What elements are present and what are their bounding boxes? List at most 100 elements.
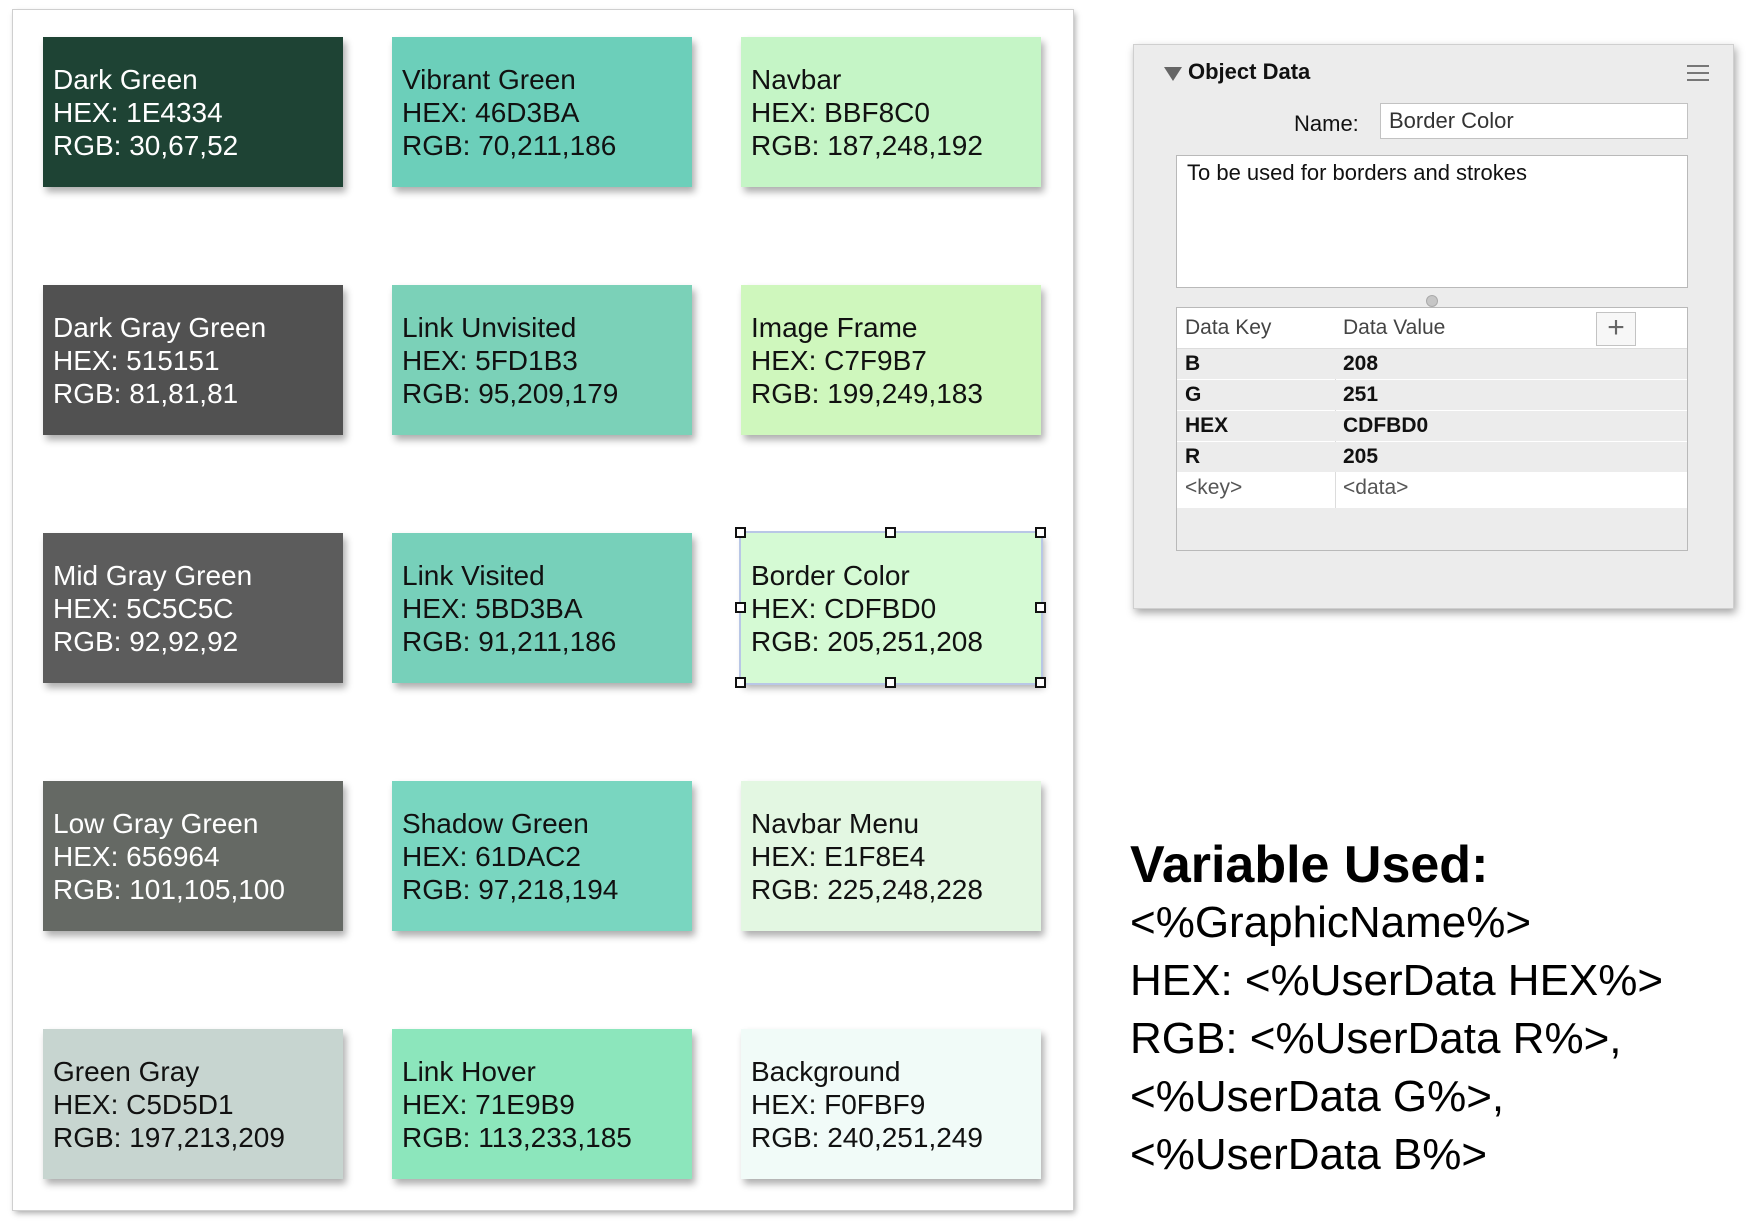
swatch-name: Shadow Green (402, 808, 589, 839)
swatch-name: Image Frame (751, 312, 918, 343)
selection-handle-middle-right[interactable] (1035, 602, 1046, 613)
swatch-image-frame[interactable]: Image Frame HEX: C7F9B7 RGB: 199,249,183 (741, 285, 1041, 435)
swatch-mid-gray-green[interactable]: Mid Gray Green HEX: 5C5C5C RGB: 92,92,92 (43, 533, 343, 683)
swatch-name: Navbar (751, 64, 842, 95)
swatch-rgb: RGB: 240,251,249 (751, 1122, 983, 1153)
swatch-low-gray-green[interactable]: Low Gray Green HEX: 656964 RGB: 101,105,… (43, 781, 343, 931)
selection-handle-top-center[interactable] (885, 527, 896, 538)
swatch-name: Green Gray (53, 1056, 200, 1087)
table-row-empty (1177, 508, 1687, 550)
swatch-name: Background (751, 1056, 901, 1087)
user-data-table: Data Key Data Value + B 208 G 251 HEX CD… (1176, 307, 1688, 551)
row-value[interactable]: 205 (1343, 445, 1378, 469)
swatch-rgb: RGB: 101,105,100 (53, 874, 285, 905)
variable-title: Variable Used: (1130, 836, 1489, 894)
variable-line: RGB: <%UserData R%>, (1130, 1014, 1622, 1063)
row-value[interactable]: 208 (1343, 352, 1378, 376)
swatch-name: Dark Green (53, 64, 198, 95)
swatch-rgb: RGB: 187,248,192 (751, 130, 983, 161)
swatch-name: Link Hover (402, 1056, 536, 1087)
swatch-name: Vibrant Green (402, 64, 576, 95)
notes-textarea[interactable]: To be used for borders and strokes (1176, 155, 1688, 288)
resize-handle-icon[interactable] (1426, 295, 1438, 307)
table-row-placeholder[interactable]: <key> <data> (1177, 473, 1687, 503)
swatch-rgb: RGB: 113,233,185 (402, 1122, 632, 1153)
swatch-link-unvisited[interactable]: Link Unvisited HEX: 5FD1B3 RGB: 95,209,1… (392, 285, 692, 435)
swatch-vibrant-green[interactable]: Vibrant Green HEX: 46D3BA RGB: 70,211,18… (392, 37, 692, 187)
swatch-rgb: RGB: 81,81,81 (53, 378, 239, 409)
swatch-hex: HEX: C5D5D1 (53, 1089, 234, 1120)
swatch-rgb: RGB: 199,249,183 (751, 378, 983, 409)
name-field[interactable]: Border Color (1380, 103, 1688, 139)
swatch-hex: HEX: 5C5C5C (53, 593, 234, 624)
swatch-hex: HEX: 5FD1B3 (402, 345, 578, 376)
swatch-navbar-menu[interactable]: Navbar Menu HEX: E1F8E4 RGB: 225,248,228 (741, 781, 1041, 931)
variable-line: HEX: <%UserData HEX%> (1130, 956, 1664, 1005)
swatch-name: Link Unvisited (402, 312, 577, 343)
selection-handle-top-left[interactable] (735, 527, 746, 538)
table-row[interactable]: HEX CDFBD0 (1177, 411, 1687, 441)
name-label: Name: (1294, 111, 1359, 136)
swatch-hex: HEX: F0FBF9 (751, 1089, 926, 1120)
row-key[interactable]: B (1185, 352, 1200, 376)
selection-handle-bottom-center[interactable] (885, 677, 896, 688)
variable-explanation: Variable Used: <%GraphicName%> HEX: <%Us… (1130, 836, 1663, 1184)
swatch-name: Border Color (751, 560, 910, 591)
swatch-name: Mid Gray Green (53, 560, 253, 591)
row-value[interactable]: CDFBD0 (1343, 414, 1428, 438)
swatch-hex: HEX: 5BD3BA (402, 593, 583, 624)
row-value[interactable]: 251 (1343, 383, 1378, 407)
swatch-border-color[interactable]: Border Color HEX: CDFBD0 RGB: 205,251,20… (739, 531, 1043, 685)
swatch-navbar[interactable]: Navbar HEX: BBF8C0 RGB: 187,248,192 (741, 37, 1041, 187)
swatch-rgb: RGB: 225,248,228 (751, 874, 983, 905)
swatch-rgb: RGB: 197,213,209 (53, 1122, 285, 1153)
swatch-name: Link Visited (402, 560, 545, 591)
swatch-rgb: RGB: 92,92,92 (53, 626, 239, 657)
swatch-rgb: RGB: 70,211,186 (402, 130, 617, 161)
selection-handle-top-right[interactable] (1035, 527, 1046, 538)
swatch-hex: HEX: E1F8E4 (751, 841, 926, 872)
swatch-dark-gray-green[interactable]: Dark Gray Green HEX: 515151 RGB: 81,81,8… (43, 285, 343, 435)
swatch-link-visited[interactable]: Link Visited HEX: 5BD3BA RGB: 91,211,186 (392, 533, 692, 683)
swatch-hex: HEX: 656964 (53, 841, 220, 872)
swatch-rgb: RGB: 205,251,208 (751, 626, 983, 657)
swatch-hex: HEX: 46D3BA (402, 97, 580, 128)
selection-handle-bottom-right[interactable] (1035, 677, 1046, 688)
swatch-name: Low Gray Green (53, 808, 259, 839)
table-row[interactable]: B 208 (1177, 349, 1687, 379)
object-data-panel: Object Data Name: Border Color To be use… (1133, 44, 1734, 609)
swatch-hex: HEX: 1E4334 (53, 97, 223, 128)
key-placeholder[interactable]: <key> (1185, 476, 1242, 500)
selection-handle-bottom-left[interactable] (735, 677, 746, 688)
panel-title: Object Data (1188, 59, 1311, 84)
swatch-hex: HEX: 61DAC2 (402, 841, 581, 872)
row-key[interactable]: R (1185, 445, 1200, 469)
disclosure-triangle-icon[interactable] (1164, 67, 1182, 81)
variable-line: <%UserData B%> (1130, 1130, 1488, 1179)
table-row[interactable]: R 205 (1177, 442, 1687, 472)
swatch-hex: HEX: 515151 (53, 345, 220, 376)
selection-handle-middle-left[interactable] (735, 602, 746, 613)
add-row-button[interactable]: + (1596, 312, 1636, 346)
row-key[interactable]: G (1185, 383, 1201, 407)
swatch-link-hover[interactable]: Link Hover HEX: 71E9B9 RGB: 113,233,185 (392, 1029, 692, 1179)
variable-line: <%UserData G%>, (1130, 1072, 1505, 1121)
swatch-background[interactable]: Background HEX: F0FBF9 RGB: 240,251,249 (741, 1029, 1041, 1179)
row-key[interactable]: HEX (1185, 414, 1228, 438)
swatch-hex: HEX: 71E9B9 (402, 1089, 575, 1120)
swatch-rgb: RGB: 30,67,52 (53, 130, 239, 161)
swatch-hex: HEX: CDFBD0 (751, 593, 937, 624)
hamburger-menu-icon[interactable] (1687, 65, 1709, 86)
column-header-value[interactable]: Data Value (1343, 316, 1445, 340)
swatch-canvas: Dark Green HEX: 1E4334 RGB: 30,67,52 Vib… (13, 10, 1073, 1210)
value-placeholder[interactable]: <data> (1343, 476, 1408, 500)
table-header: Data Key Data Value + (1177, 308, 1687, 349)
swatch-dark-green[interactable]: Dark Green HEX: 1E4334 RGB: 30,67,52 (43, 37, 343, 187)
swatch-hex: HEX: BBF8C0 (751, 97, 930, 128)
table-row[interactable]: G 251 (1177, 380, 1687, 410)
swatch-rgb: RGB: 97,218,194 (402, 874, 619, 905)
swatch-green-gray[interactable]: Green Gray HEX: C5D5D1 RGB: 197,213,209 (43, 1029, 343, 1179)
swatch-shadow-green[interactable]: Shadow Green HEX: 61DAC2 RGB: 97,218,194 (392, 781, 692, 931)
swatch-hex: HEX: C7F9B7 (751, 345, 927, 376)
column-header-key[interactable]: Data Key (1185, 316, 1271, 340)
